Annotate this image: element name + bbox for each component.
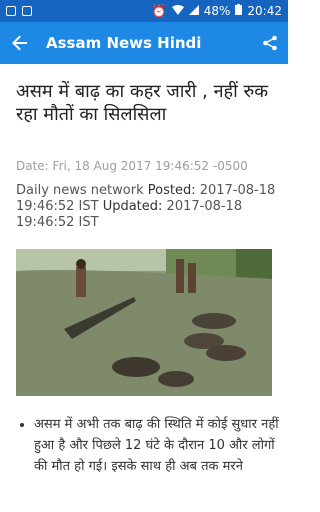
notification-icon [6, 6, 16, 16]
article-date: Date: Fri, 18 Aug 2017 19:46:52 -0500 [16, 159, 248, 173]
posted-label: Posted: [147, 183, 196, 198]
alarm-icon: ⏰ [151, 4, 167, 18]
clock-time: 20:42 [247, 4, 282, 18]
status-bar: ⏰ 48% 20:42 [0, 0, 288, 22]
list-item: असम में अभी तक बाढ़ की स्थिति में कोई सु… [34, 414, 290, 477]
updated-label: Updated: [102, 199, 163, 214]
wifi-icon [171, 4, 184, 18]
share-icon [263, 35, 277, 51]
article-headline: असम में बाढ़ का कहर जारी , नहीं रुक रहा … [16, 81, 269, 125]
message-icon [22, 6, 32, 16]
article-photo [16, 249, 272, 396]
article-body-list: असम में अभी तक बाढ़ की स्थिति में कोई सु… [18, 414, 290, 477]
app-bar: Assam News Hindi [0, 22, 288, 64]
app-title: Assam News Hindi [46, 34, 202, 52]
signal-icon [188, 4, 199, 18]
article-byline: Daily news network Posted: 2017-08-18 19… [16, 183, 276, 231]
share-button[interactable] [252, 22, 288, 64]
arrow-back-icon [12, 35, 27, 51]
article-content[interactable]: असम में बाढ़ का कहर जारी , नहीं रुक रहा … [0, 64, 288, 512]
back-button[interactable] [0, 22, 40, 64]
byline-source: Daily news network [16, 183, 144, 198]
battery-text: 48% [203, 4, 231, 18]
battery-icon [235, 4, 243, 18]
